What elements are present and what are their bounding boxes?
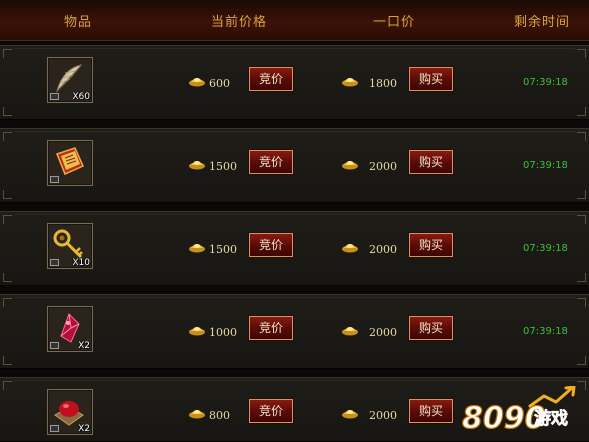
corner-ornament	[3, 190, 12, 199]
gold-ingot-icon	[189, 161, 205, 170]
corner-ornament	[3, 273, 12, 282]
header-remaining-time: 剩余时间	[514, 15, 571, 30]
buy-button[interactable]: 购买	[408, 232, 454, 258]
corner-ornament	[3, 107, 12, 116]
bid-button[interactable]: 竞价	[248, 149, 294, 175]
gold-ingot-icon	[342, 410, 358, 419]
header-current-price: 当前价格	[211, 15, 268, 30]
site-watermark-logo: 8090 游戏	[462, 386, 576, 437]
current-price-value: 1500	[209, 243, 237, 256]
corner-ornament	[3, 215, 12, 224]
gold-ingot-icon	[189, 78, 205, 87]
item-slot[interactable]: X10	[47, 223, 93, 269]
current-price-value: 800	[209, 409, 230, 422]
gold-ingot-icon	[189, 244, 205, 253]
watermark-text: 游戏	[534, 408, 568, 429]
item-slot[interactable]: X2	[47, 389, 93, 435]
corner-ornament	[3, 132, 12, 141]
item-slot[interactable]: X60	[47, 57, 93, 103]
table-row: X10 1500 竞价 2000 购买 07:39:18	[0, 211, 589, 286]
table-row: X60 600 竞价 1800 购买 07:39:18	[0, 45, 589, 120]
gold-ingot-icon	[342, 161, 358, 170]
corner-ornament	[577, 107, 586, 116]
corner-ornament	[3, 381, 12, 390]
row-divider	[14, 380, 575, 381]
item-quantity: X2	[78, 341, 90, 351]
corner-ornament	[577, 215, 586, 224]
gold-ingot-icon	[342, 244, 358, 253]
item-quantity: X60	[72, 92, 90, 102]
corner-ornament	[577, 132, 586, 141]
buyout-price-value: 2000	[369, 326, 397, 339]
item-quantity: X10	[72, 258, 90, 268]
current-price-value: 600	[209, 77, 230, 90]
header-item: 物品	[64, 15, 93, 30]
table-row: X2 1000 竞价 2000 购买 07:39:18	[0, 294, 589, 369]
item-quantity: X2	[78, 424, 90, 434]
corner-ornament	[577, 273, 586, 282]
row-divider	[14, 48, 575, 49]
gold-ingot-icon	[342, 78, 358, 87]
corner-ornament	[577, 298, 586, 307]
bind-lock-icon	[50, 425, 59, 432]
row-divider	[14, 214, 575, 215]
corner-ornament	[3, 298, 12, 307]
corner-ornament	[577, 190, 586, 199]
bid-button[interactable]: 竞价	[248, 66, 294, 92]
buyout-price-value: 1800	[369, 77, 397, 90]
gold-ingot-icon	[189, 410, 205, 419]
corner-ornament	[577, 356, 586, 365]
buy-button[interactable]: 购买	[408, 398, 454, 424]
remaining-time-value: 07:39:18	[523, 243, 568, 254]
header-buyout-price: 一口价	[373, 15, 416, 30]
buyout-price-value: 2000	[369, 160, 397, 173]
watermark-digits: 8090	[462, 401, 546, 436]
bid-button[interactable]: 竞价	[248, 232, 294, 258]
bind-lock-icon	[50, 176, 59, 183]
item-slot[interactable]	[47, 140, 93, 186]
corner-ornament	[3, 356, 12, 365]
buyout-price-value: 2000	[369, 409, 397, 422]
buy-button[interactable]: 购买	[408, 66, 454, 92]
bid-button[interactable]: 竞价	[248, 398, 294, 424]
bind-lock-icon	[50, 342, 59, 349]
bind-lock-icon	[50, 93, 59, 100]
remaining-time-value: 07:39:18	[523, 326, 568, 337]
table-header: 物品 当前价格 一口价 剩余时间	[0, 0, 589, 41]
buy-button[interactable]: 购买	[408, 149, 454, 175]
table-row: 1500 竞价 2000 购买 07:39:18	[0, 128, 589, 203]
gold-ingot-icon	[189, 327, 205, 336]
current-price-value: 1500	[209, 160, 237, 173]
current-price-value: 1000	[209, 326, 237, 339]
item-slot[interactable]: X2	[47, 306, 93, 352]
remaining-time-value: 07:39:18	[523, 77, 568, 88]
corner-ornament	[577, 49, 586, 58]
buy-button[interactable]: 购买	[408, 315, 454, 341]
book-icon	[56, 147, 84, 176]
bid-button[interactable]: 竞价	[248, 315, 294, 341]
gold-ingot-icon	[342, 327, 358, 336]
row-divider	[14, 297, 575, 298]
buyout-price-value: 2000	[369, 243, 397, 256]
remaining-time-value: 07:39:18	[523, 160, 568, 171]
bind-lock-icon	[50, 259, 59, 266]
corner-ornament	[3, 49, 12, 58]
row-divider	[14, 131, 575, 132]
